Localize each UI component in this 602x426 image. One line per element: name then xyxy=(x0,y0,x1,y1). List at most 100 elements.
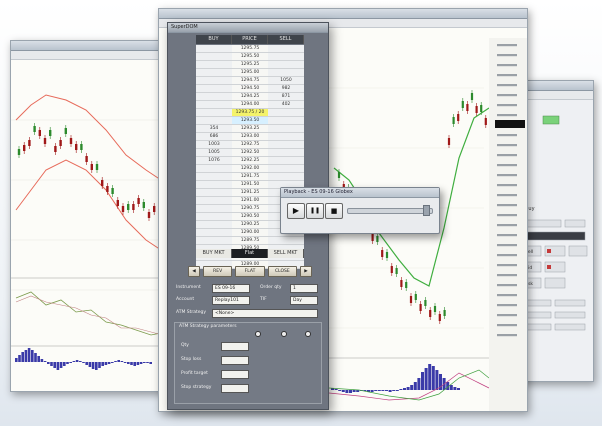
ladder-buy-cell[interactable] xyxy=(196,77,232,84)
ladder-price-cell[interactable]: 1295.25 xyxy=(232,61,268,68)
ladder-price-cell[interactable]: 1290.00 xyxy=(232,229,268,236)
ladder-sell-cell[interactable] xyxy=(268,125,304,132)
ladder-row[interactable]: 1294.00 402 xyxy=(196,101,304,109)
ladder-buy-cell[interactable] xyxy=(196,109,232,116)
ladder-buy-cell[interactable] xyxy=(196,69,232,76)
ladder-price-cell[interactable]: 1290.50 xyxy=(232,213,268,220)
ladder-price-cell[interactable]: 1293.75 / 20 xyxy=(232,109,268,116)
ladder-price-cell[interactable]: 1292.00 xyxy=(232,165,268,172)
reverse-button[interactable]: REV xyxy=(203,266,233,277)
ladder-sell-cell[interactable] xyxy=(268,149,304,156)
arrow-left-button[interactable]: ◀ xyxy=(188,266,200,277)
tif-field[interactable]: Day xyxy=(290,296,318,305)
ladder-price-cell[interactable]: 1294.00 xyxy=(232,101,268,108)
ladder-price-cell[interactable]: 1295.50 xyxy=(232,53,268,60)
flat-button[interactable]: FLAT xyxy=(235,266,265,277)
ladder-sell-cell[interactable] xyxy=(268,165,304,172)
ladder-buy-cell[interactable] xyxy=(196,205,232,212)
ladder-row[interactable]: 1295.50 xyxy=(196,53,304,61)
ladder-row[interactable]: 354 1293.25 xyxy=(196,125,304,133)
ladder-sell-cell[interactable] xyxy=(268,157,304,164)
ladder-buy-cell[interactable] xyxy=(196,221,232,228)
ladder-row[interactable]: 1295.25 xyxy=(196,61,304,69)
param-radio-3[interactable] xyxy=(305,331,311,337)
ladder-row[interactable]: 1295.00 xyxy=(196,69,304,77)
ladder-sell-cell[interactable]: 1050 xyxy=(268,77,304,84)
ladder-price-cell[interactable]: 1293.50 xyxy=(232,117,268,124)
ladder-buy-cell[interactable]: 686 xyxy=(196,133,232,140)
ladder-row[interactable]: 1076 1292.25 xyxy=(196,157,304,165)
order-qty-field[interactable]: 1 xyxy=(290,284,318,293)
ladder-sell-cell[interactable] xyxy=(268,69,304,76)
ladder-price-cell[interactable]: 1294.25 xyxy=(232,93,268,100)
param-radio-1[interactable] xyxy=(255,331,261,337)
ladder-buy-cell[interactable] xyxy=(196,237,232,244)
ladder-buy-cell[interactable]: 1005 xyxy=(196,149,232,156)
ladder-buy-cell[interactable] xyxy=(196,213,232,220)
ladder-buy-cell[interactable] xyxy=(196,45,232,52)
account-field[interactable]: Replay101 xyxy=(212,296,250,305)
ladder-buy-cell[interactable] xyxy=(196,173,232,180)
ladder-price-cell[interactable]: 1295.00 xyxy=(232,69,268,76)
close-button[interactable]: CLOSE xyxy=(267,266,297,277)
ladder-row[interactable]: 1295.75 xyxy=(196,45,304,53)
price-ladder[interactable]: 1295.75 1295.50 1295.25 1295.00 1294.75 1050 1… xyxy=(196,45,304,269)
ladder-row[interactable]: 1293.50 xyxy=(196,117,304,125)
playback-progress-slider[interactable] xyxy=(347,208,433,214)
ladder-sell-cell[interactable] xyxy=(268,61,304,68)
ladder-price-cell[interactable]: 1293.25 xyxy=(232,125,268,132)
ladder-buy-cell[interactable] xyxy=(196,93,232,100)
ladder-sell-cell[interactable] xyxy=(268,45,304,52)
ladder-price-cell[interactable]: 1290.25 xyxy=(232,221,268,228)
ladder-price-cell[interactable]: 1292.75 xyxy=(232,141,268,148)
ladder-sell-cell[interactable] xyxy=(268,133,304,140)
ladder-price-cell[interactable]: 1289.75 xyxy=(232,237,268,244)
ladder-buy-cell[interactable]: 354 xyxy=(196,125,232,132)
ladder-sell-cell[interactable] xyxy=(268,109,304,116)
ladder-sell-cell[interactable] xyxy=(268,141,304,148)
ladder-price-cell[interactable]: 1290.75 xyxy=(232,205,268,212)
sell-market-cell[interactable]: SELL MKT xyxy=(268,249,304,258)
left-price-chart[interactable] xyxy=(11,60,171,392)
ladder-buy-cell[interactable] xyxy=(196,101,232,108)
instrument-field[interactable]: ES 09-16 xyxy=(212,284,250,293)
ladder-row[interactable]: 686 1293.00 xyxy=(196,133,304,141)
ladder-price-cell[interactable]: 1294.75 xyxy=(232,77,268,84)
ladder-buy-cell[interactable] xyxy=(196,181,232,188)
ladder-row[interactable]: 1294.25 871 xyxy=(196,93,304,101)
playback-slider-handle[interactable] xyxy=(423,205,430,216)
ladder-buy-cell[interactable] xyxy=(196,197,232,204)
ladder-row[interactable]: 1289.75 xyxy=(196,237,304,245)
arrow-right-button[interactable]: ▶ xyxy=(299,266,312,277)
ladder-buy-cell[interactable] xyxy=(196,53,232,60)
ladder-row[interactable]: 1294.75 1050 xyxy=(196,77,304,85)
ladder-sell-cell[interactable] xyxy=(268,237,304,244)
param-radio-2[interactable] xyxy=(281,331,287,337)
ladder-price-cell[interactable]: 1292.50 xyxy=(232,149,268,156)
ladder-buy-cell[interactable] xyxy=(196,229,232,236)
ladder-price-cell[interactable]: 1291.25 xyxy=(232,189,268,196)
ladder-buy-cell[interactable]: 1003 xyxy=(196,141,232,148)
ladder-row[interactable]: 1003 1292.75 xyxy=(196,141,304,149)
ladder-buy-cell[interactable]: 1076 xyxy=(196,157,232,164)
ladder-buy-cell[interactable] xyxy=(196,165,232,172)
ladder-sell-cell[interactable] xyxy=(268,117,304,124)
param-stop-strategy-field[interactable] xyxy=(221,384,249,393)
play-icon[interactable]: ▶ xyxy=(287,203,305,219)
ladder-price-cell[interactable]: 1295.75 xyxy=(232,45,268,52)
ladder-buy-cell[interactable] xyxy=(196,85,232,92)
ladder-sell-cell[interactable]: 982 xyxy=(268,85,304,92)
ladder-sell-cell[interactable]: 402 xyxy=(268,101,304,108)
ladder-price-cell[interactable]: 1292.25 xyxy=(232,157,268,164)
ladder-buy-cell[interactable] xyxy=(196,117,232,124)
ladder-price-cell[interactable]: 1293.00 xyxy=(232,133,268,140)
ladder-price-cell[interactable]: 1291.50 xyxy=(232,181,268,188)
ladder-sell-cell[interactable] xyxy=(268,173,304,180)
buy-market-cell[interactable]: BUY MKT xyxy=(196,249,232,258)
ladder-price-cell[interactable]: 1291.00 xyxy=(232,197,268,204)
ladder-buy-cell[interactable] xyxy=(196,189,232,196)
ladder-row[interactable]: 1291.75 xyxy=(196,173,304,181)
param-qty-field[interactable] xyxy=(221,342,249,351)
ladder-buy-cell[interactable] xyxy=(196,61,232,68)
param-stop-loss-field[interactable] xyxy=(221,356,249,365)
